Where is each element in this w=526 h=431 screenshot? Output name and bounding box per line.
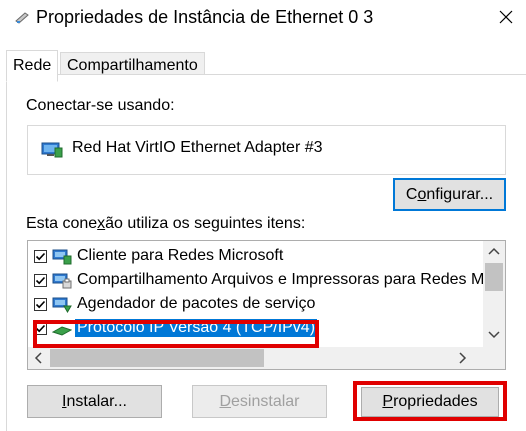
protocol-icon [52, 326, 72, 336]
network-adapter-icon [41, 142, 63, 158]
vertical-scrollbar[interactable] [483, 241, 505, 347]
item-checkbox[interactable] [34, 250, 47, 263]
scroll-left-button[interactable] [28, 347, 48, 369]
adapter-name: Red Hat VirtIO Ethernet Adapter #3 [72, 139, 323, 156]
title-bar: Propriedades de Instância de Ethernet 0 … [0, 0, 526, 38]
item-label: Agendador de pacotes de serviço [77, 295, 316, 312]
connect-using-label: Conectar-se usando: [26, 97, 175, 114]
properties-label-post: ropriedades [393, 393, 478, 410]
list-item[interactable]: Protocolo IP Versão 4 (TCP/IPv4) [28, 317, 483, 341]
items-listbox[interactable]: Cliente para Redes Microsoft Compartilha… [27, 240, 506, 370]
checkmark-icon [35, 252, 46, 261]
item-checkbox[interactable] [34, 274, 47, 287]
checkmark-icon [35, 324, 46, 333]
item-checkbox[interactable] [34, 298, 47, 311]
close-icon [499, 10, 513, 24]
item-label: Compartilhamento Arquivos e Impressoras … [77, 271, 485, 288]
close-button[interactable] [486, 0, 526, 34]
network-client-icon [52, 249, 72, 265]
item-checkbox[interactable] [34, 322, 47, 335]
horizontal-scroll-thumb[interactable] [50, 349, 264, 367]
horizontal-scrollbar[interactable] [28, 347, 505, 369]
install-button[interactable]: Instalar... [27, 385, 162, 418]
configure-label-post: nfigurar... [426, 185, 494, 203]
tab-strip: Compartilhamento Rede [0, 38, 526, 82]
install-label-post: nstalar... [66, 392, 127, 410]
qos-scheduler-icon [52, 297, 72, 313]
item-label: Cliente para Redes Microsoft [77, 247, 284, 264]
adapter-box: Red Hat VirtIO Ethernet Adapter #3 [27, 125, 506, 175]
list-item[interactable]: Cliente para Redes Microsoft [28, 245, 483, 269]
configure-button[interactable]: Co nfigurar... [393, 178, 506, 211]
checkmark-icon [35, 276, 46, 285]
list-item[interactable]: Compartilhamento Arquivos e Impressoras … [28, 269, 485, 293]
configure-label-pre: C [405, 185, 418, 203]
items-label-access-key: x [97, 215, 106, 232]
scroll-right-button[interactable] [453, 347, 473, 369]
network-adapter-icon [15, 12, 29, 24]
uninstall-button[interactable]: Desinstalar [192, 385, 327, 418]
scroll-down-button[interactable] [483, 325, 505, 345]
tab-rede[interactable]: Rede [6, 50, 59, 82]
list-item[interactable]: Agendador de pacotes de serviço [28, 293, 483, 317]
configure-label-access-key: o [417, 185, 427, 203]
vertical-scroll-thumb[interactable] [485, 263, 503, 291]
items-label-pre: Esta cone [26, 215, 98, 232]
tab-label: Compartilhamento [67, 57, 198, 74]
item-label: Protocolo IP Versão 4 (TCP/IPv4) [75, 319, 318, 337]
chevron-right-icon [459, 352, 467, 364]
items-label: Esta conexão utiliza os seguintes itens: [26, 215, 305, 233]
chevron-down-icon [488, 331, 500, 339]
tab-panel: Conectar-se usando: Red Hat VirtIO Ether… [6, 74, 526, 431]
checkmark-icon [35, 300, 46, 309]
uninstall-label-access-key: D [219, 392, 232, 410]
scroll-up-button[interactable] [483, 241, 505, 261]
properties-button[interactable]: Propriedades [361, 387, 499, 417]
chevron-left-icon [34, 352, 42, 364]
tab-label: Rede [13, 57, 52, 74]
properties-label-access-key: P [382, 393, 394, 410]
file-printer-sharing-icon [52, 273, 72, 289]
window-title: Propriedades de Instância de Ethernet 0 … [36, 7, 374, 27]
items-label-post: ão utiliza os seguintes itens: [105, 215, 306, 232]
uninstall-label-post: esinstalar [231, 392, 300, 410]
chevron-up-icon [488, 247, 500, 255]
